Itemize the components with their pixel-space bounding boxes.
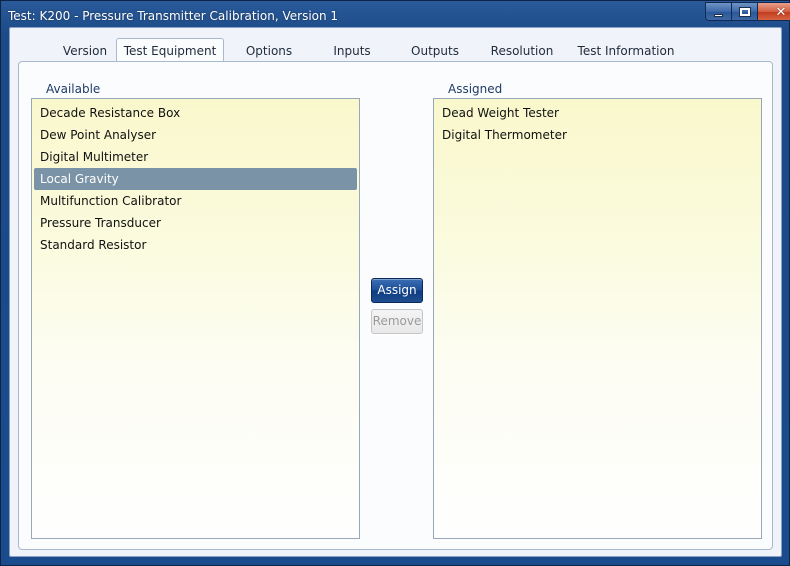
title-bar[interactable]: Test: K200 - Pressure Transmitter Calibr…: [1, 1, 790, 27]
close-icon: ✕: [775, 4, 787, 20]
available-item-multifunction-calibrator[interactable]: Multifunction Calibrator: [34, 190, 357, 212]
minimize-button[interactable]: [706, 3, 732, 20]
tab-version[interactable]: Version: [50, 39, 120, 61]
window-title: Test: K200 - Pressure Transmitter Calibr…: [8, 9, 339, 23]
assign-button[interactable]: Assign: [371, 278, 423, 303]
available-label: Available: [46, 82, 101, 96]
assigned-item-digital-thermometer[interactable]: Digital Thermometer: [436, 124, 759, 146]
tab-resolution[interactable]: Resolution: [484, 39, 560, 61]
assigned-list[interactable]: Dead Weight Tester Digital Thermometer: [433, 98, 762, 539]
tab-strip: Version Test Equipment Options Inputs Ou…: [10, 38, 781, 61]
tab-inputs[interactable]: Inputs: [324, 39, 380, 61]
close-button[interactable]: ✕: [758, 3, 790, 20]
minimize-icon: [714, 14, 723, 17]
available-item-digital-multimeter[interactable]: Digital Multimeter: [34, 146, 357, 168]
tab-options[interactable]: Options: [236, 39, 302, 61]
assigned-item-dead-weight-tester[interactable]: Dead Weight Tester: [436, 102, 759, 124]
available-item-dew-point-analyser[interactable]: Dew Point Analyser: [34, 124, 357, 146]
tab-test-information[interactable]: Test Information: [576, 39, 676, 61]
tab-outputs[interactable]: Outputs: [404, 39, 466, 61]
available-item-decade-resistance-box[interactable]: Decade Resistance Box: [34, 102, 357, 124]
available-list[interactable]: Decade Resistance Box Dew Point Analyser…: [31, 98, 360, 539]
app-window: Test: K200 - Pressure Transmitter Calibr…: [0, 0, 790, 566]
window-controls: ✕: [705, 2, 790, 21]
tab-test-equipment[interactable]: Test Equipment: [116, 38, 224, 61]
assigned-label: Assigned: [448, 82, 503, 96]
maximize-icon: [738, 7, 751, 17]
dialog-client: Version Test Equipment Options Inputs Ou…: [9, 27, 782, 557]
test-equipment-panel: Available Decade Resistance Box Dew Poin…: [18, 61, 773, 550]
remove-button[interactable]: Remove: [371, 309, 423, 334]
maximize-button[interactable]: [732, 3, 758, 20]
available-item-standard-resistor[interactable]: Standard Resistor: [34, 234, 357, 256]
available-item-local-gravity[interactable]: Local Gravity: [34, 168, 357, 190]
available-item-pressure-transducer[interactable]: Pressure Transducer: [34, 212, 357, 234]
